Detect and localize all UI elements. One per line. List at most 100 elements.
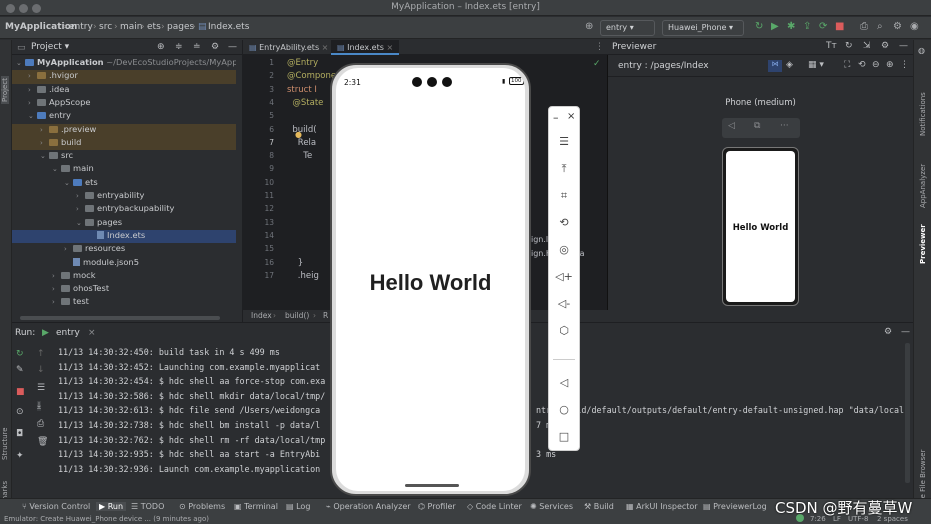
more-icon[interactable]: ⋮ [900,60,909,70]
font-icon[interactable]: Tт [826,41,837,51]
up-icon[interactable]: ↑ [37,349,45,359]
gear-icon[interactable]: ⚙ [881,41,889,51]
chevron-right-icon[interactable]: › [76,192,85,200]
crumb-build[interactable]: build() [285,311,309,320]
status-message[interactable]: Emulator: Create Huawei_Phone device ...… [4,515,209,523]
tree-item[interactable]: ⌄ entry [12,110,236,123]
locate-icon[interactable]: ⊕ [157,42,165,52]
profile-icon[interactable]: ⟳ [819,21,827,32]
more-icon[interactable]: ··· [780,121,789,131]
crumb-index[interactable]: Index [251,311,272,320]
chevron-right-icon[interactable]: › [28,99,37,107]
hdc-icon[interactable]: ◉ [910,21,919,32]
breadcrumb-main[interactable]: main [120,22,143,32]
stop-icon[interactable]: ■ [16,387,25,397]
breadcrumb-file[interactable]: Index.ets [208,22,249,32]
collapse-all-icon[interactable]: ≐ [193,42,201,52]
chevron-right-icon[interactable]: › [28,72,37,80]
back-icon[interactable]: ◁ [549,376,579,389]
tool-code-linter[interactable]: ◇ Code Linter [467,502,522,511]
chevron-right-icon[interactable]: › [40,126,49,134]
tree-item[interactable]: › AppScope [12,97,236,110]
tree-item[interactable]: ⌄ ets [12,177,236,190]
chevron-right-icon[interactable]: › [52,298,61,306]
chevron-right-icon[interactable]: › [64,245,73,253]
sync-icon[interactable]: ↻ [755,21,763,32]
tree-item[interactable]: › entrybackupability [12,203,236,216]
console-scrollbar[interactable] [905,343,910,483]
zoom-in-icon[interactable]: ⊕ [886,60,894,70]
tree-item[interactable]: ⌄ src [12,150,236,163]
hide-panel-icon[interactable]: — [899,41,908,51]
rotate-icon[interactable]: ⟲ [858,60,866,70]
project-view-selector[interactable]: Project ▾ [31,42,69,52]
tool-operation-analyzer[interactable]: ⌁ Operation Analyzer [326,502,411,511]
crop-icon[interactable]: ⛶ [844,60,850,70]
preview-screen[interactable]: Hello World [726,151,795,302]
chevron-down-icon[interactable]: ⌄ [76,219,85,227]
attach-icon[interactable]: ⇪ [803,21,811,32]
back-icon[interactable]: ◁ [728,121,735,131]
tool-problems[interactable]: ⊙ Problems [179,502,225,511]
chevron-down-icon[interactable]: ⌄ [40,152,49,160]
tool-terminal[interactable]: ▣ Terminal [234,502,278,511]
close-icon[interactable]: × [567,111,575,122]
appanalyzer-tool-tab[interactable]: AppAnalyzer [919,164,927,208]
tool-services[interactable]: ✺ Services [530,502,573,511]
device-combo[interactable]: Huawei_Phone ▾ [662,20,744,36]
horizontal-scrollbar[interactable] [20,316,220,320]
structure-tool-tab[interactable]: Structure [1,427,9,460]
home-icon[interactable]: ○ [549,403,579,416]
down-icon[interactable]: ↓ [37,365,45,375]
breadcrumb-src[interactable]: src [99,22,112,32]
tree-item[interactable]: › test [12,296,236,309]
tree-item[interactable]: ⌄ main [12,163,236,176]
menu-icon[interactable]: ☰ [549,135,579,148]
expand-all-icon[interactable]: ≑ [175,42,183,52]
run-config-tab[interactable]: entry [56,328,80,338]
notifications-icon[interactable]: ◍ [918,46,925,55]
tool-profiler[interactable]: ⌬ Profiler [418,502,456,511]
fold-icon[interactable]: ⬡ [549,324,579,337]
gear-icon[interactable]: ⚙ [893,21,902,32]
camera-icon[interactable]: ◘ [16,429,23,439]
tree-item[interactable]: › .idea [12,84,236,97]
refresh-icon[interactable]: ↻ [845,41,853,51]
volume-down-icon[interactable]: ◁- [549,297,579,310]
search-icon[interactable]: ⌕ [877,21,883,32]
pin-icon[interactable]: ✦ [16,451,24,461]
tool-log[interactable]: ▤ Log [286,502,310,511]
collapse-icon[interactable]: ⇲ [863,41,871,51]
module-combo[interactable]: entry ▾ [600,20,655,36]
route-label[interactable]: entry : /pages/Index [618,61,709,71]
trash-icon[interactable]: 🗑 [37,437,48,447]
zoom-out-icon[interactable]: ⊖ [872,60,880,70]
close-tab-icon[interactable]: × [88,328,96,338]
tree-item[interactable]: module.json5 [12,257,236,270]
gear-icon[interactable]: ⚙ [211,42,219,52]
debug-icon[interactable]: ✱ [787,21,795,32]
tool-previewer-log[interactable]: ▤ PreviewerLog [703,502,767,511]
tool-arkui-inspector[interactable]: ▦ ArkUI Inspector [626,502,698,511]
breadcrumb-ets[interactable]: ets [147,22,161,32]
tab-entryability[interactable]: ▤ EntryAbility.ets × [243,40,334,55]
home-indicator[interactable] [405,484,459,487]
gear-icon[interactable]: ⚙ [884,327,892,337]
layers-icon[interactable]: ◈ [786,60,793,70]
scroll-end-icon[interactable]: ⤓ [37,401,41,411]
rotate-icon[interactable]: ⟲ [549,216,579,229]
device-manager-icon[interactable]: ⎙ [860,21,868,32]
restore-icon[interactable]: ⊙ [16,407,24,417]
project-tool-tab[interactable]: Project [1,76,9,104]
crumb-r[interactable]: R [323,311,328,320]
previewer-tool-tab[interactable]: Previewer [919,224,927,264]
multi-device-icon[interactable]: ⧉ [754,121,760,131]
tree-item[interactable]: Index.ets [12,229,236,244]
print-icon[interactable]: ⎙ [37,419,44,429]
target-icon[interactable]: ⊕ [585,21,593,32]
emulator-screen[interactable]: 2:31 ▮ 100 Hello World [336,68,525,491]
chevron-right-icon[interactable]: › [52,285,61,293]
tree-item[interactable]: › ohosTest [12,283,236,296]
tab-index[interactable]: ▤ Index.ets × [331,40,400,55]
hide-panel-icon[interactable]: — [901,327,910,337]
